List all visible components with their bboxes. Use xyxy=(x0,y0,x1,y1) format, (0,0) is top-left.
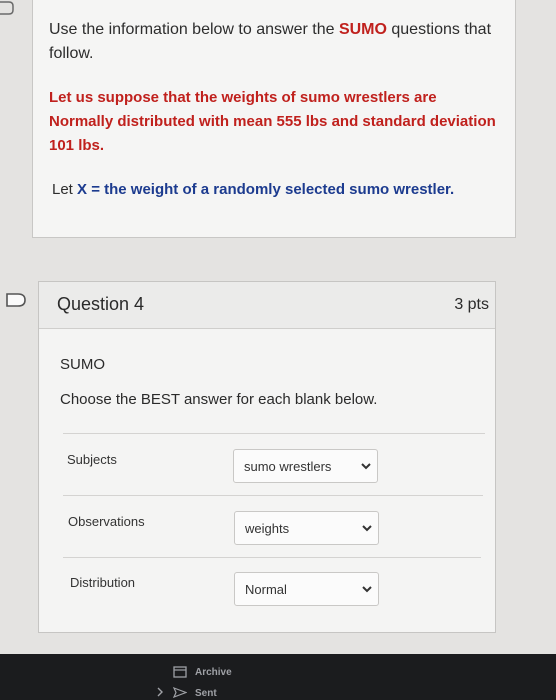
sent-icon xyxy=(173,687,187,698)
definition-text: X = the weight of a randomly selected su… xyxy=(77,181,455,198)
bottom-nav-bar: Archive Sent xyxy=(0,654,556,700)
let-label: Let xyxy=(52,181,78,198)
observations-select[interactable]: weights xyxy=(234,511,379,545)
subjects-selected-value: sumo wrestlers xyxy=(244,459,332,474)
subjects-select[interactable]: sumo wrestlers xyxy=(233,449,378,483)
distribution-selected-value: Normal xyxy=(245,582,287,597)
divider xyxy=(63,557,481,558)
question-header: Question 4 3 pts xyxy=(39,282,495,329)
archive-icon xyxy=(173,666,187,678)
flag-question-icon[interactable] xyxy=(5,292,27,308)
question-instruction: Choose the BEST answer for each blank be… xyxy=(60,391,378,408)
question-points: 3 pts xyxy=(454,296,489,313)
distribution-select[interactable]: Normal xyxy=(234,572,379,606)
chevron-down-icon xyxy=(362,586,372,593)
divider xyxy=(63,495,483,496)
divider xyxy=(63,433,485,434)
intro-highlight: SUMO xyxy=(338,21,387,38)
question-card: Question 4 3 pts SUMO Choose the BEST an… xyxy=(38,281,496,633)
info-intro: Use the information below to answer the … xyxy=(49,18,499,66)
chevron-down-icon xyxy=(361,463,371,470)
row-label-distribution: Distribution xyxy=(70,575,136,590)
variable-definition: Let X = the weight of a randomly selecte… xyxy=(52,178,499,202)
intro-text: Use the information below to answer the xyxy=(49,21,339,38)
row-label-subjects: Subjects xyxy=(67,452,117,467)
chevron-down-icon xyxy=(362,525,372,532)
flag-icon[interactable] xyxy=(0,0,14,18)
info-body: Let us suppose that the weights of sumo … xyxy=(49,89,496,154)
row-label-observations: Observations xyxy=(68,514,145,529)
question-topic: SUMO xyxy=(60,356,105,373)
question-title: Question 4 xyxy=(57,294,145,314)
observations-selected-value: weights xyxy=(245,521,290,536)
chevron-right-icon[interactable] xyxy=(156,687,164,697)
info-panel: Use the information below to answer the … xyxy=(32,0,516,238)
nav-archive[interactable]: Archive xyxy=(195,667,232,678)
nav-sent[interactable]: Sent xyxy=(195,688,217,699)
